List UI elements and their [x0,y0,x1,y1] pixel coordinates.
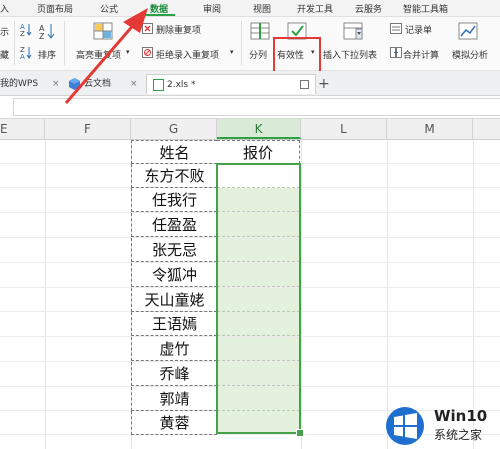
watermark-title: Win10 [434,407,488,425]
red-arrow-annotation [64,8,148,104]
watermark-subtitle: 系统之家 [434,428,483,442]
